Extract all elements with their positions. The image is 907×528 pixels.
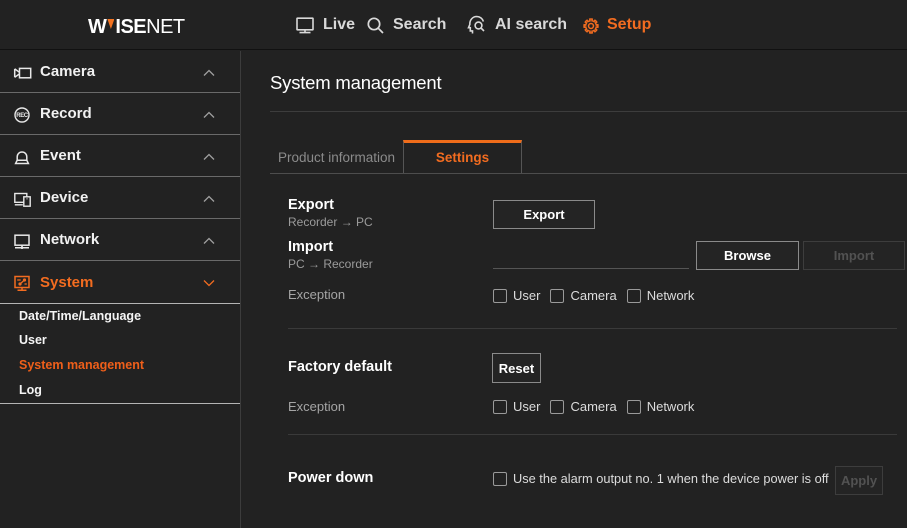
svg-text:REC: REC [16, 113, 29, 119]
